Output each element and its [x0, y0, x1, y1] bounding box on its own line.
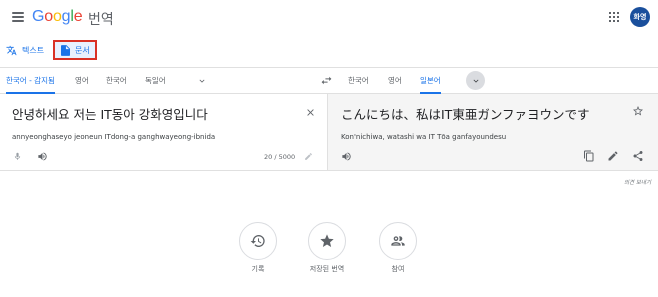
- target-lang-korean[interactable]: 한국어: [348, 68, 369, 94]
- edit-pencil-icon[interactable]: [607, 150, 619, 162]
- document-icon: [61, 44, 70, 56]
- history-icon: [250, 235, 265, 247]
- chevron-down-icon[interactable]: [197, 76, 207, 86]
- documents-mode-label: 문서: [75, 45, 90, 55]
- swap-languages-icon[interactable]: [320, 75, 333, 86]
- send-feedback-link[interactable]: 의견 보내기: [624, 178, 651, 186]
- community-label: 참여: [391, 265, 405, 273]
- share-icon[interactable]: [632, 150, 644, 162]
- more-target-langs-button[interactable]: [466, 71, 485, 90]
- text-mode-button[interactable]: 텍스트: [4, 40, 46, 60]
- saved-button[interactable]: 저장된 번역: [297, 222, 357, 274]
- translation-output: こんにちは、私はIT東亜ガンファヨウンです: [341, 107, 590, 122]
- translate-icon: [6, 45, 17, 55]
- speaker-icon[interactable]: [37, 151, 48, 162]
- target-lang-japanese[interactable]: 일본어: [420, 68, 441, 94]
- community-circle: [379, 222, 417, 260]
- mode-selector: 텍스트 문서: [0, 38, 658, 64]
- top-app-bar: Google 번역 화영: [0, 0, 658, 35]
- saved-circle: [308, 222, 346, 260]
- history-circle: [239, 222, 277, 260]
- microphone-icon[interactable]: [13, 151, 22, 162]
- speaker-icon[interactable]: [341, 151, 352, 162]
- google-logo[interactable]: Google: [32, 8, 83, 26]
- community-button[interactable]: 참여: [368, 222, 428, 274]
- documents-mode-button[interactable]: 문서: [53, 40, 97, 60]
- copy-icon[interactable]: [583, 150, 595, 162]
- language-bar: 한국어 - 감지됨 영어 한국어 독일어 한국어 영어 일본어: [0, 67, 658, 94]
- star-icon: [320, 234, 334, 247]
- people-icon: [391, 236, 405, 246]
- hamburger-menu-icon[interactable]: [12, 12, 24, 22]
- history-button[interactable]: 기록: [228, 222, 288, 274]
- history-label: 기록: [251, 265, 265, 273]
- character-counter: 20 / 5000: [264, 153, 296, 161]
- source-textarea[interactable]: 안녕하세요 저는 IT동아 강화영입니다: [12, 104, 208, 123]
- handwriting-pencil-icon[interactable]: [304, 152, 313, 161]
- source-lang-german[interactable]: 독일어: [145, 68, 166, 94]
- product-name: 번역: [88, 12, 114, 28]
- saved-label: 저장된 번역: [309, 265, 345, 273]
- source-lang-detected[interactable]: 한국어 - 감지됨: [6, 68, 55, 94]
- text-mode-label: 텍스트: [22, 45, 45, 55]
- star-outline-icon[interactable]: [632, 105, 644, 117]
- source-lang-english[interactable]: 영어: [75, 68, 89, 94]
- chevron-down-icon: [473, 79, 478, 83]
- source-lang-korean[interactable]: 한국어: [106, 68, 127, 94]
- target-lang-english[interactable]: 영어: [388, 68, 402, 94]
- account-avatar[interactable]: 화영: [630, 7, 650, 27]
- target-romanization: Kon'nichiwa, watashi wa IT Tōa ganfayoun…: [341, 133, 507, 141]
- google-apps-icon[interactable]: [609, 12, 619, 22]
- source-romanization: annyeonghaseyo jeoneun ITdong-a ganghway…: [12, 133, 216, 141]
- clear-text-icon[interactable]: [305, 107, 316, 118]
